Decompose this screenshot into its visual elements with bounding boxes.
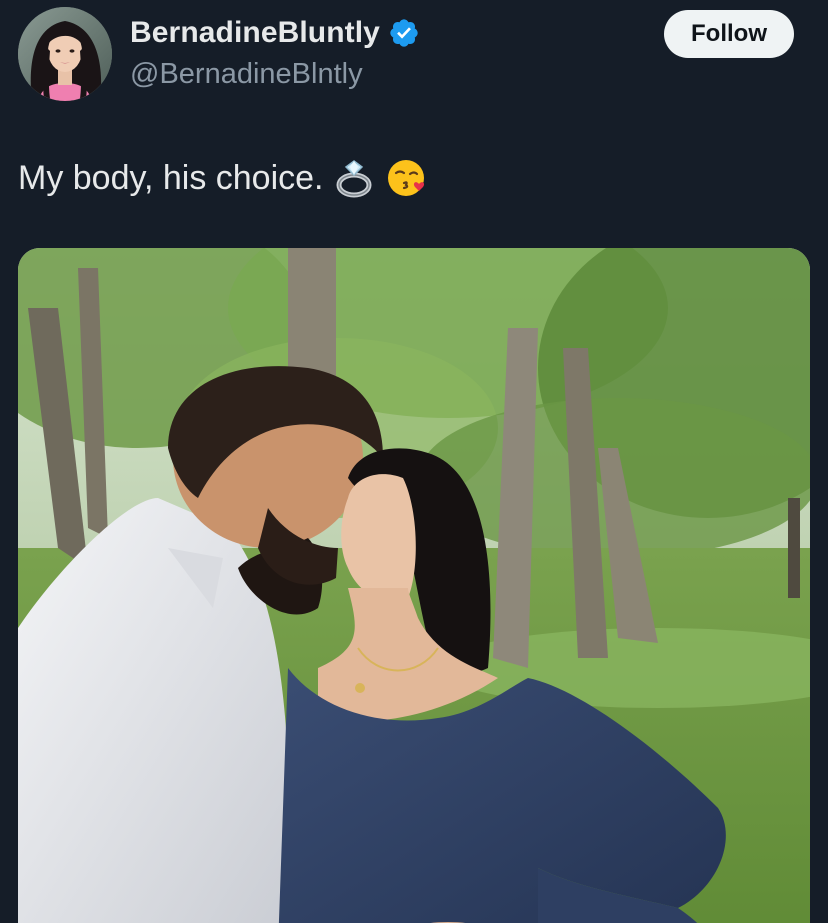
ring-emoji-icon bbox=[334, 157, 376, 199]
couple-kissing-photo bbox=[18, 248, 810, 923]
tweet-photo[interactable] bbox=[18, 248, 810, 923]
tweet-card: BernadineBluntly @BernadineBlntly Follow… bbox=[0, 0, 828, 923]
author-display-name[interactable]: BernadineBluntly bbox=[130, 15, 380, 51]
author-name-row[interactable]: BernadineBluntly bbox=[130, 15, 420, 51]
tweet-text-row: My body, his choice. bbox=[18, 156, 428, 200]
tweet-text: My body, his choice. bbox=[18, 159, 324, 197]
author-avatar[interactable] bbox=[18, 7, 112, 101]
face-blowing-kiss-icon bbox=[386, 157, 428, 199]
author-handle[interactable]: @BernadineBlntly bbox=[130, 56, 363, 92]
follow-button[interactable]: Follow bbox=[664, 10, 794, 58]
avatar-image bbox=[18, 7, 112, 101]
verified-badge-icon bbox=[388, 17, 420, 49]
